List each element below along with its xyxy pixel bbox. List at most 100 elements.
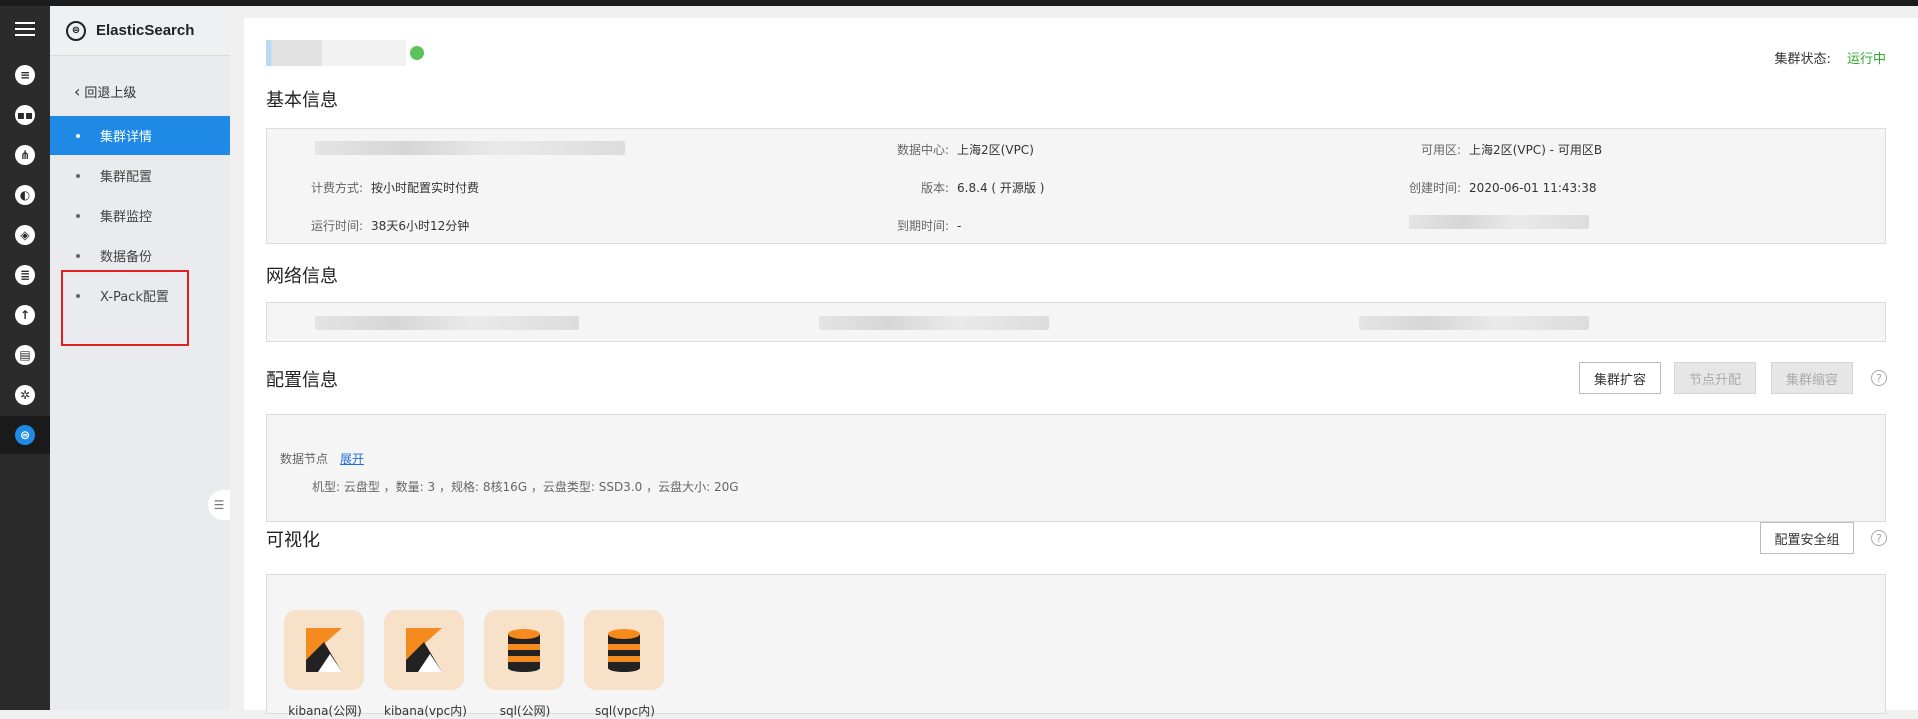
database-icon: ≣ [15, 265, 35, 285]
section-title-basic: 基本信息 [266, 90, 338, 111]
main-content: 集群状态: 运行中 基本信息 数据中心: 上海2区(VPC) 可用区: 上海2区(V… [244, 18, 1918, 718]
expire-field: 到期时间: - [897, 217, 961, 234]
layers-icon: ◈ [15, 225, 35, 245]
database-icon [484, 610, 564, 690]
sidebar-item-cluster-config[interactable]: 集群配置 [50, 156, 230, 195]
bullet-icon [76, 173, 80, 178]
rail-item-monitor[interactable]: ▤ [0, 336, 50, 374]
section-title-network: 网络信息 [266, 266, 338, 287]
tile-label: sql(vpc内) [595, 704, 655, 718]
sidebar-item-cluster-detail[interactable]: 集群详情 [50, 116, 230, 155]
zone-label: 可用区: [1421, 143, 1462, 157]
rail-item-database[interactable]: ≣ [0, 256, 50, 294]
uptime-label: 运行时间: [311, 219, 364, 233]
cluster-name-redacted [266, 40, 406, 66]
status-ok-icon [410, 46, 424, 60]
server-icon: ≡ [15, 65, 35, 85]
rail-item-settings[interactable]: ✲ [0, 376, 50, 414]
redacted-value [315, 141, 625, 155]
created-field: 创建时间: 2020-06-01 11:43:38 [1409, 179, 1597, 196]
tile-label: kibana(vpc内) [384, 704, 467, 718]
zone-value: 上海2区(VPC) - 可用区B [1469, 143, 1603, 157]
sidebar-item-cluster-monitor[interactable]: 集群监控 [50, 196, 230, 235]
billing-field: 计费方式: 按小时配置实时付费 [311, 179, 479, 196]
cluster-status: 集群状态: 运行中 [1774, 48, 1886, 67]
sidebar-collapse-toggle[interactable]: ☰ [208, 490, 230, 520]
tile-label: kibana(公网) [288, 704, 362, 718]
uptime-value: 38天6小时12分钟 [371, 219, 470, 233]
tile-sql-vpc[interactable]: sql(vpc内) [584, 610, 666, 719]
tile-kibana-public[interactable]: kibana(公网) [284, 610, 366, 719]
expand-cluster-button[interactable]: 集群扩容 [1579, 362, 1661, 394]
bullet-icon [76, 253, 80, 258]
created-value: 2020-06-01 11:43:38 [1469, 181, 1597, 195]
datacenter-label: 数据中心: [897, 143, 950, 157]
section-title-visual: 可视化 [266, 530, 320, 551]
bullet-icon [76, 213, 80, 218]
expire-label: 到期时间: [897, 219, 950, 233]
help-icon[interactable]: ? [1871, 530, 1887, 546]
data-node-label: 数据节点 [280, 452, 329, 466]
sidebar-item-label: 集群详情 [100, 130, 153, 145]
top-bar [0, 0, 1918, 6]
sidebar-item-label: 集群监控 [100, 210, 153, 225]
created-label: 创建时间: [1409, 181, 1462, 195]
cluster-icon: ▪▪ [15, 105, 35, 125]
network-info-panel [266, 302, 1886, 342]
help-icon[interactable]: ? [1871, 370, 1887, 386]
kibana-icon [284, 610, 364, 690]
rail-item-server[interactable]: ≡ [0, 56, 50, 94]
cluster-status-label: 集群状态: [1774, 52, 1831, 67]
tile-kibana-vpc[interactable]: kibana(vpc内) [384, 610, 467, 719]
back-label: 回退上级 [84, 86, 137, 101]
rail-item-cloud[interactable]: ◐ [0, 176, 50, 214]
database-icon [584, 610, 664, 690]
sidebar-header: ⊜ ElasticSearch [50, 6, 230, 56]
version-field: 版本: 6.8.4 ( 开源版 ) [921, 179, 1044, 196]
version-value: 6.8.4 ( 开源版 ) [957, 181, 1045, 195]
upload-icon: ↑ [15, 305, 35, 325]
section-title-config: 配置信息 [266, 370, 338, 391]
settings-icon: ✲ [15, 385, 35, 405]
datacenter-value: 上海2区(VPC) [957, 143, 1034, 157]
billing-label: 计费方式: [311, 181, 364, 195]
elasticsearch-logo-icon: ⊜ [66, 20, 86, 41]
redacted-value [1409, 215, 1589, 229]
cloud-icon: ◐ [15, 185, 35, 205]
rail-item-upload[interactable]: ↑ [0, 296, 50, 334]
kibana-icon [384, 610, 464, 690]
billing-value: 按小时配置实时付费 [371, 181, 480, 195]
rail-item-cluster[interactable]: ▪▪ [0, 96, 50, 134]
datacenter-field: 数据中心: 上海2区(VPC) [897, 141, 1034, 158]
bullet-icon [76, 133, 80, 138]
rail-item-network[interactable]: ⋔ [0, 136, 50, 174]
uptime-field: 运行时间: 38天6小时12分钟 [311, 217, 469, 234]
back-button[interactable]: ‹ 回退上级 [74, 82, 136, 101]
version-label: 版本: [921, 181, 950, 195]
tile-label: sql(公网) [499, 704, 551, 718]
elasticsearch-icon: ⊜ [15, 425, 35, 445]
menu-button[interactable] [0, 10, 50, 48]
rail-item-elasticsearch[interactable]: ⊜ [0, 416, 50, 454]
expire-value: - [957, 219, 962, 233]
shrink-cluster-button[interactable]: 集群缩容 [1771, 362, 1853, 394]
expand-link[interactable]: 展开 [340, 452, 364, 466]
monitor-icon: ▤ [15, 345, 35, 365]
secondary-sidebar: ⊜ ElasticSearch ‹ 回退上级 集群详情 集群配置 集群监控 数据… [50, 6, 230, 710]
redacted-value [819, 316, 1049, 330]
list-icon: ☰ [213, 498, 225, 512]
sidebar-item-label: 数据备份 [100, 250, 153, 265]
network-icon: ⋔ [15, 145, 35, 165]
chevron-left-icon: ‹ [74, 82, 81, 101]
upgrade-node-button[interactable]: 节点升配 [1674, 362, 1756, 394]
tile-sql-public[interactable]: sql(公网) [484, 610, 566, 719]
security-group-button[interactable]: 配置安全组 [1760, 522, 1854, 554]
node-spec: 机型: 云盘型 ，数量: 3 ，规格: 8核16G ，云盘类型: SSD3.0 … [312, 480, 739, 494]
sidebar-item-label: 集群配置 [100, 170, 153, 185]
rail-item-layers[interactable]: ◈ [0, 216, 50, 254]
icon-rail: ≡ ▪▪ ⋔ ◐ ◈ ≣ ↑ ▤ ✲ ⊜ [0, 6, 50, 710]
config-info-panel [266, 414, 1886, 522]
app-title: ElasticSearch [96, 22, 195, 39]
zone-field: 可用区: 上海2区(VPC) - 可用区B [1421, 141, 1602, 158]
redacted-value [1359, 316, 1589, 330]
